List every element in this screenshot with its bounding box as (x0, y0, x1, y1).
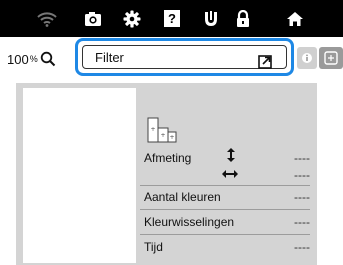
width-arrow-icon (222, 166, 238, 184)
help-icon[interactable]: ? (159, 0, 185, 37)
hoop-icon (324, 51, 338, 65)
size-width-value: ---- (294, 168, 310, 182)
zoom-control[interactable]: 100 % (7, 49, 56, 69)
colors-row: Aantal kleuren ---- (144, 190, 310, 204)
info-button[interactable] (297, 47, 317, 69)
divider (140, 234, 310, 235)
size-height-value: ---- (294, 151, 310, 165)
hoop-button[interactable] (319, 47, 343, 69)
zoom-unit: % (29, 54, 38, 64)
time-value: ---- (294, 240, 310, 254)
info-icon (302, 53, 312, 63)
filter-highlight: Filter (75, 38, 294, 76)
help-glyph: ? (168, 11, 176, 26)
svg-text:+: + (150, 126, 155, 133)
colors-value: ---- (294, 190, 310, 204)
top-status-bar: ? (0, 0, 343, 37)
divider (140, 209, 310, 210)
magnifier-icon (40, 51, 56, 67)
zoom-value: 100 (7, 51, 29, 67)
height-arrow-icon (226, 148, 236, 167)
filter-label: Filter (95, 49, 124, 65)
right-tools (297, 47, 343, 69)
wifi-icon[interactable] (34, 0, 60, 37)
home-icon[interactable] (282, 0, 308, 37)
svg-text:+: + (169, 134, 174, 141)
stitch-icon[interactable] (198, 0, 224, 37)
color-changes-value: ---- (294, 215, 310, 229)
open-external-icon (258, 55, 272, 69)
time-row: Tijd ---- (144, 240, 310, 254)
time-label: Tijd (144, 240, 163, 254)
camera-icon[interactable] (80, 0, 106, 37)
divider (140, 185, 310, 186)
color-changes-label: Kleurwisselingen (144, 215, 235, 229)
lock-icon[interactable] (230, 0, 256, 37)
size-label: Afmeting (144, 151, 192, 165)
design-preview (23, 88, 136, 263)
gear-icon[interactable] (119, 0, 145, 37)
filter-button[interactable]: Filter (82, 45, 287, 69)
svg-text:+: + (160, 132, 165, 139)
colors-label: Aantal kleuren (144, 190, 221, 204)
size-icon: + + + (146, 116, 178, 149)
color-changes-row: Kleurwisselingen ---- (144, 215, 310, 229)
